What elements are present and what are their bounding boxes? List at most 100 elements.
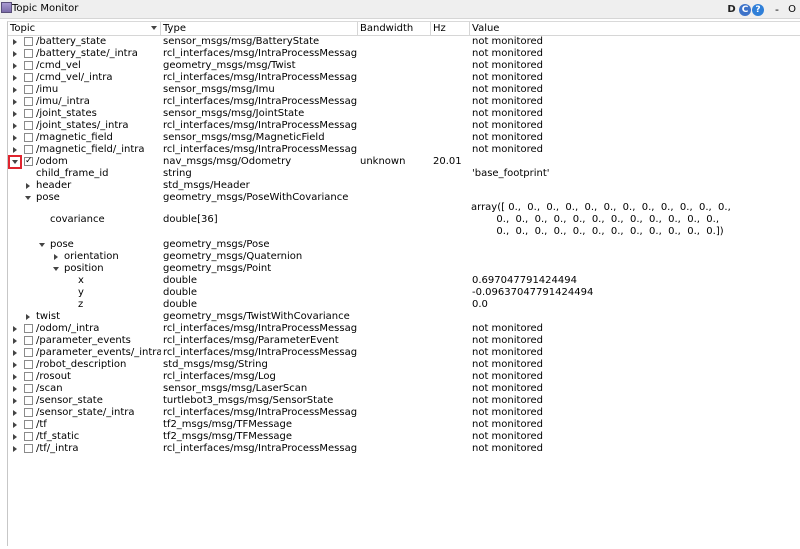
collapse-arrow-icon[interactable] [38, 241, 46, 249]
monitor-checkbox[interactable] [24, 85, 33, 94]
expand-arrow-icon[interactable] [11, 122, 19, 130]
tree-row[interactable]: /cmd_vel geometry_msgs/msg/Twist not monit… [8, 60, 800, 72]
tree-row[interactable]: header std_msgs/Header [8, 180, 800, 192]
tree-row[interactable]: /tf_static tf2_msgs/msg/TFMessage not moni… [8, 431, 800, 443]
monitor-checkbox[interactable] [24, 133, 33, 142]
tree-row[interactable]: x double 0.697047791424494 [8, 275, 800, 287]
tree-row[interactable]: /cmd_vel/_intra rcl_interfaces/msg/IntraP… [8, 72, 800, 84]
expand-arrow-icon[interactable] [11, 38, 19, 46]
monitor-checkbox[interactable] [24, 49, 33, 58]
tree-row[interactable]: pose geometry_msgs/Pose [8, 239, 800, 251]
monitor-checkbox[interactable] [24, 396, 33, 405]
bandwidth-cell [360, 323, 430, 335]
tree-row[interactable]: /magnetic_field sensor_msgs/msg/MagneticF… [8, 132, 800, 144]
expand-arrow-icon[interactable] [11, 445, 19, 453]
tree-row[interactable]: /odom/_intra rcl_interfaces/msg/IntraProc… [8, 323, 800, 335]
tree-row[interactable]: /parameter_events/_intra rcl_interfaces/m… [8, 347, 800, 359]
close-button[interactable]: O [786, 4, 798, 15]
collapse-arrow-icon[interactable] [24, 194, 32, 202]
monitor-checkbox[interactable] [24, 360, 33, 369]
expand-arrow-icon[interactable] [11, 397, 19, 405]
monitor-checkbox[interactable] [24, 420, 33, 429]
expand-arrow-icon[interactable] [11, 74, 19, 82]
monitor-checkbox[interactable] [24, 348, 33, 357]
value-cell: 0.0 [472, 299, 488, 310]
monitor-checkbox[interactable] [24, 97, 33, 106]
monitor-checkbox[interactable] [24, 73, 33, 82]
tree-row[interactable]: /tf tf2_msgs/msg/TFMessage not monitored [8, 419, 800, 431]
expand-arrow-icon[interactable] [11, 337, 19, 345]
expand-arrow-icon[interactable] [11, 86, 19, 94]
tree-row[interactable]: position geometry_msgs/Point [8, 263, 800, 275]
tree-row[interactable]: /magnetic_field/_intra rcl_interfaces/msg… [8, 144, 800, 156]
tree-row[interactable]: child_frame_id string 'base_footprint' [8, 168, 800, 180]
column-header-bandwidth[interactable]: Bandwidth [358, 22, 431, 36]
collapse-arrow-icon[interactable] [8, 155, 22, 169]
tree-row[interactable]: /battery_state/_intra rcl_interfaces/msg/… [8, 48, 800, 60]
collapse-arrow-icon[interactable] [52, 265, 60, 273]
expand-arrow-icon[interactable] [11, 385, 19, 393]
topic-cell: /joint_states/_intra [36, 120, 129, 131]
value-cell [472, 311, 800, 323]
expand-arrow-icon[interactable] [11, 146, 19, 154]
tree-row[interactable]: /parameter_events rcl_interfaces/msg/Para… [8, 335, 800, 347]
expand-arrow-icon[interactable] [11, 373, 19, 381]
tree-row[interactable]: /scan sensor_msgs/msg/LaserScan not monito… [8, 383, 800, 395]
expand-arrow-icon[interactable] [11, 409, 19, 417]
column-header-value[interactable]: Value [470, 22, 800, 36]
tree-row[interactable]: /rosout rcl_interfaces/msg/Log not monitor… [8, 371, 800, 383]
hz-cell [433, 180, 469, 192]
expand-arrow-icon[interactable] [11, 421, 19, 429]
minimize-button[interactable]: - [770, 3, 784, 16]
tree-row[interactable]: /battery_state sensor_msgs/msg/BatterySta… [8, 36, 800, 48]
monitor-checkbox[interactable] [24, 109, 33, 118]
expand-arrow-icon[interactable] [11, 110, 19, 118]
reload-icon[interactable]: C [739, 3, 751, 16]
expand-arrow-icon[interactable] [11, 134, 19, 142]
tree-row[interactable]: orientation geometry_msgs/Quaternion [8, 251, 800, 263]
monitor-checkbox[interactable] [24, 37, 33, 46]
bandwidth-cell [360, 239, 430, 251]
monitor-checkbox[interactable] [24, 61, 33, 70]
column-header-type[interactable]: Type [161, 22, 358, 36]
expand-arrow-icon[interactable] [11, 361, 19, 369]
expand-arrow-icon[interactable] [24, 182, 32, 190]
monitor-checkbox[interactable] [24, 336, 33, 345]
expand-arrow-icon[interactable] [11, 62, 19, 70]
expand-arrow-icon[interactable] [52, 253, 60, 261]
expand-arrow-icon[interactable] [11, 349, 19, 357]
topic-cell: /battery_state/_intra [36, 48, 138, 59]
monitor-checkbox[interactable] [24, 444, 33, 453]
monitor-checkbox[interactable] [24, 145, 33, 154]
monitor-checkbox[interactable] [24, 121, 33, 130]
tree-row[interactable]: z double 0.0 [8, 299, 800, 311]
monitor-checkbox[interactable] [24, 372, 33, 381]
tree-row[interactable]: /tf/_intra rcl_interfaces/msg/IntraProces… [8, 443, 800, 455]
expand-arrow-icon[interactable] [11, 98, 19, 106]
tree-row[interactable]: /sensor_state/_intra rcl_interfaces/msg/I… [8, 407, 800, 419]
expand-arrow-icon[interactable] [24, 313, 32, 321]
tree-row[interactable]: /joint_states/_intra rcl_interfaces/msg/I… [8, 120, 800, 132]
expand-arrow-icon[interactable] [11, 50, 19, 58]
tree-row[interactable]: /odom nav_msgs/msg/Odometry unknown 20.01 [8, 155, 800, 169]
monitor-checkbox[interactable] [24, 408, 33, 417]
monitor-checkbox[interactable] [24, 155, 33, 167]
expand-arrow-icon[interactable] [11, 433, 19, 441]
tree-row[interactable]: /joint_states sensor_msgs/msg/JointState n… [8, 108, 800, 120]
monitor-checkbox[interactable] [24, 432, 33, 441]
expand-arrow-icon[interactable] [11, 325, 19, 333]
tree-row[interactable]: twist geometry_msgs/TwistWithCovariance [8, 311, 800, 323]
column-header-hz[interactable]: Hz [431, 22, 470, 36]
topic-cell: /tf [36, 419, 47, 430]
monitor-checkbox[interactable] [24, 384, 33, 393]
column-header-topic[interactable]: Topic [8, 22, 161, 36]
tree-row[interactable]: /robot_description std_msgs/msg/String not… [8, 359, 800, 371]
help-icon[interactable]: ? [752, 3, 764, 16]
monitor-checkbox[interactable] [24, 324, 33, 333]
dock-button[interactable]: D [725, 3, 738, 17]
tree-row[interactable]: /sensor_state turtlebot3_msgs/msg/SensorS… [8, 395, 800, 407]
topic-tree[interactable]: Topic Type Bandwidth Hz Value /battery_s… [7, 21, 800, 546]
tree-row[interactable]: /imu/_intra rcl_interfaces/msg/IntraProce… [8, 96, 800, 108]
tree-row[interactable]: /imu sensor_msgs/msg/Imu not monitored [8, 84, 800, 96]
tree-row[interactable]: y double -0.09637047791424494 [8, 287, 800, 299]
